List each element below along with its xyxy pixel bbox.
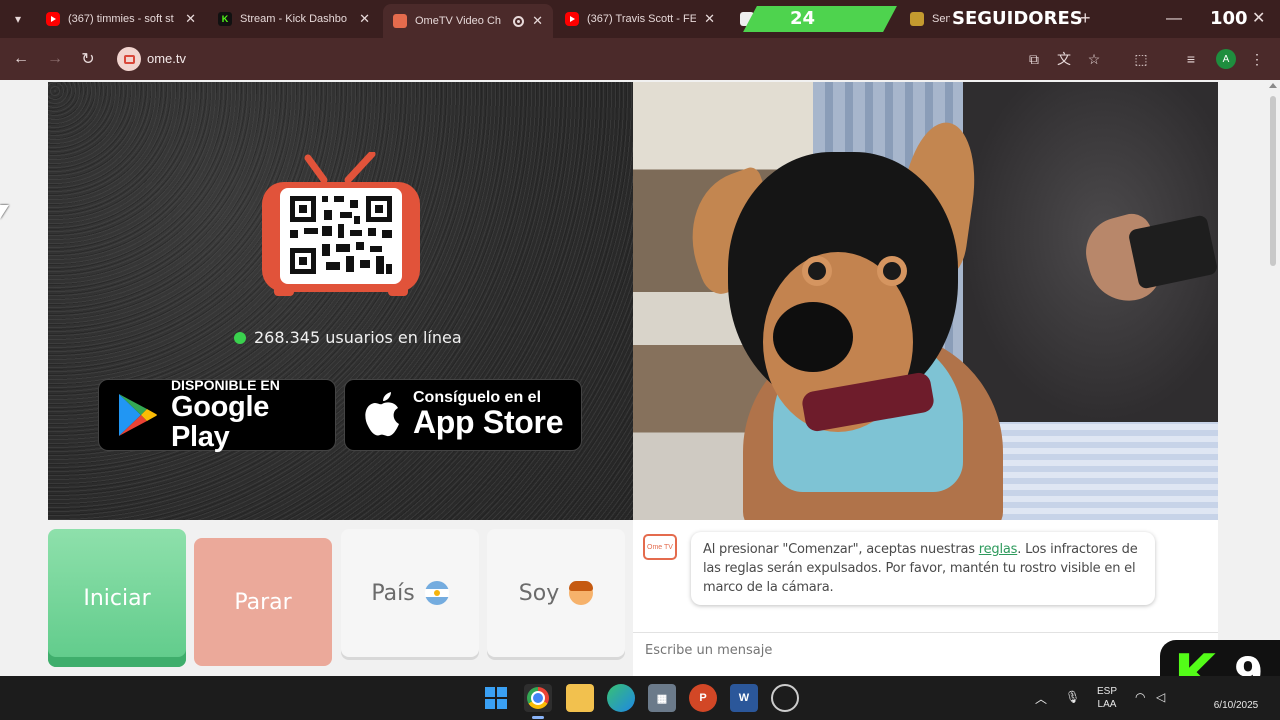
chat-panel: Ome TV Al presionar "Comenzar", aceptas … [633, 520, 1218, 676]
ometv-page: 268.345 usuarios en línea DISPONIBLE EN … [0, 80, 1280, 676]
online-status-dot [234, 331, 246, 344]
system-date[interactable]: 6/10/2025 [1206, 699, 1266, 712]
media-control-icon[interactable]: ≡ [1182, 50, 1200, 68]
edge-icon[interactable] [607, 684, 635, 712]
google-play-small-text: DISPONIBLE EN [170, 376, 280, 393]
gender-select-button[interactable]: Soy [487, 529, 625, 657]
more-menu-icon[interactable]: ⋮ [1248, 50, 1266, 68]
browser-toolbar: ← → ↻ ome.tv ⧉ 文 ☆ ⬚ ≡ A ⋮ [0, 38, 1280, 80]
country-button-label: País [371, 580, 415, 606]
online-users-count: 268.345 usuarios en línea [254, 328, 462, 347]
tab-ometv[interactable]: OmeTV Video Ch ✕ [383, 4, 553, 38]
message-text-start: Al presionar "Comenzar", aceptas nuestra… [703, 542, 979, 557]
rules-link[interactable]: reglas [979, 542, 1018, 557]
keyboard-layout: LAA [1097, 699, 1117, 710]
followers-progress-bar [743, 6, 897, 32]
close-icon[interactable]: ✕ [532, 13, 543, 29]
scroll-thumb[interactable] [1270, 96, 1276, 266]
windows-start-icon[interactable] [482, 684, 510, 712]
kick-icon: K [218, 12, 232, 26]
site-info-icon[interactable] [117, 47, 141, 71]
app-store-button[interactable]: Consíguelo en el App Store [344, 379, 582, 451]
active-app-indicator [532, 716, 544, 719]
tab-youtube-timmies[interactable]: (367) timmies - soft st ✕ [36, 4, 206, 34]
forward-arrow-icon[interactable]: → [44, 48, 66, 70]
install-app-icon[interactable]: ⧉ [1025, 50, 1043, 68]
back-arrow-icon[interactable]: ← [10, 48, 32, 70]
browser-tab-strip: ▾ (367) timmies - soft st ✕ K Stream - K… [0, 0, 1280, 38]
youtube-icon [565, 12, 579, 26]
argentina-flag-icon [424, 581, 449, 605]
ometv-avatar-icon: Ome TV [643, 534, 677, 560]
close-icon[interactable]: ✕ [704, 11, 715, 27]
new-tab-icon[interactable]: + [1080, 8, 1091, 29]
self-camera-panel [633, 82, 1218, 520]
stranger-video-panel: 268.345 usuarios en línea DISPONIBLE EN … [48, 82, 633, 520]
close-icon[interactable]: ✕ [359, 11, 370, 27]
file-explorer-icon[interactable] [566, 684, 594, 712]
country-select-button[interactable]: País [341, 529, 479, 657]
tab-title: Sen [932, 13, 950, 25]
window-close-icon[interactable]: ✕ [1252, 8, 1265, 28]
followers-label: SEGUIDORES [952, 8, 1083, 29]
app-store-big-text: App Store [413, 404, 564, 441]
profile-avatar[interactable]: A [1216, 49, 1236, 69]
generic-icon [910, 12, 924, 26]
static-noise [48, 82, 633, 520]
calculator-icon[interactable]: ▦ [648, 684, 676, 712]
page-scrollbar[interactable] [1266, 80, 1280, 676]
reload-icon[interactable]: ↻ [77, 48, 99, 70]
apple-icon [365, 392, 399, 437]
close-icon[interactable]: ✕ [185, 11, 196, 27]
ometv-qr-logo [262, 152, 420, 296]
obs-icon[interactable] [771, 684, 799, 712]
chat-message-input[interactable] [645, 643, 1165, 658]
followers-current: 24 [790, 8, 816, 29]
bookmark-star-icon[interactable]: ☆ [1085, 50, 1103, 68]
gender-button-label: Soy [518, 580, 560, 606]
stop-button[interactable]: Parar [194, 538, 332, 666]
minimize-icon[interactable]: — [1166, 10, 1182, 28]
tab-title: (367) timmies - soft st [68, 13, 174, 25]
tab-youtube-travis[interactable]: (367) Travis Scott - FE ✕ [555, 4, 725, 34]
recording-icon [513, 15, 525, 27]
language-code: ESP [1096, 686, 1117, 697]
tab-generic-2[interactable]: Sen [900, 4, 960, 34]
microphone-icon[interactable]: 🎙 [1065, 690, 1080, 704]
start-button-label: Iniciar [83, 585, 151, 611]
tray-chevron-icon[interactable]: ︿ [1035, 690, 1047, 707]
stop-button-label: Parar [234, 589, 292, 615]
boy-face-icon [569, 581, 594, 605]
address-bar[interactable]: ome.tv [147, 51, 186, 66]
volume-icon[interactable]: ◁ [1156, 690, 1165, 704]
online-users-indicator: 268.345 usuarios en línea [234, 328, 462, 347]
start-button[interactable]: Iniciar [48, 529, 186, 667]
plush-dog-eye [883, 262, 901, 280]
extensions-icon[interactable]: ⬚ [1132, 50, 1150, 68]
tab-title: Stream - Kick Dashbo [240, 13, 347, 25]
followers-goal: 100 [1210, 8, 1248, 29]
google-play-icon [118, 394, 157, 436]
system-message-bubble: Al presionar "Comenzar", aceptas nuestra… [691, 532, 1155, 605]
language-indicator[interactable]: ESP LAA [1094, 685, 1120, 711]
tab-title: (367) Travis Scott - FE [587, 13, 697, 25]
tab-search-chevron-icon[interactable]: ▾ [6, 7, 30, 31]
chat-divider [633, 632, 1218, 633]
google-play-big-text: Google Play [170, 390, 270, 453]
windows-taskbar: ▦ P W ︿ 🎙 ESP LAA ◠ ◁ 6/10/2025 [0, 676, 1280, 720]
google-play-button[interactable]: DISPONIBLE EN Google Play [98, 376, 336, 453]
word-icon[interactable]: W [730, 684, 758, 712]
plush-dog-eye [808, 262, 826, 280]
powerpoint-icon[interactable]: P [689, 684, 717, 712]
chrome-taskbar-icon[interactable] [524, 684, 552, 712]
youtube-icon [46, 12, 60, 26]
plush-dog-nose [773, 302, 853, 372]
tab-title: OmeTV Video Ch [415, 15, 502, 27]
wifi-icon[interactable]: ◠ [1135, 690, 1145, 704]
scroll-up-icon[interactable] [1269, 83, 1277, 88]
mouse-cursor-icon [0, 205, 9, 219]
translate-icon[interactable]: 文 [1055, 50, 1073, 68]
ometv-icon [393, 14, 407, 28]
tab-kick-dashboard[interactable]: K Stream - Kick Dashbo ✕ [208, 4, 380, 34]
